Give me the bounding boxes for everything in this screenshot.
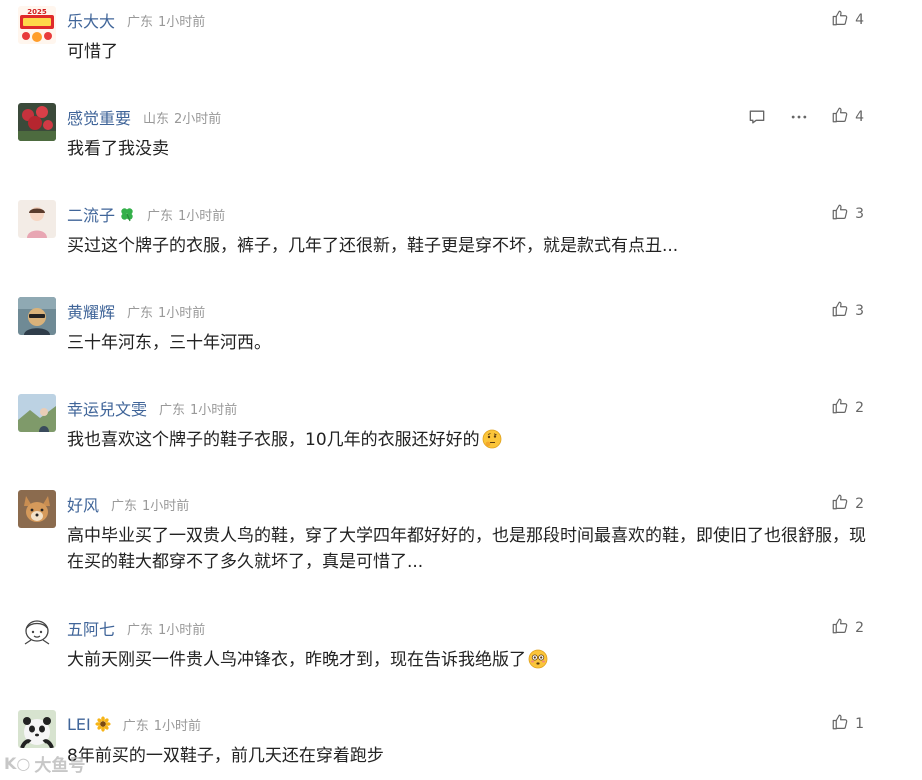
like-button[interactable]: 3 [831, 300, 864, 322]
comment-text: 大前天刚买一件贵人鸟冲锋衣，昨晚才到，现在告诉我绝版了 [67, 647, 867, 673]
avatar[interactable] [18, 200, 56, 238]
timestamp: 1小时前 [190, 402, 238, 418]
like-button[interactable]: 4 [831, 106, 864, 128]
location: 广东 [147, 208, 174, 224]
like-button[interactable]: 2 [831, 493, 864, 515]
username[interactable]: 幸运兒文雯 [67, 396, 147, 420]
thumbs-up-icon [831, 9, 849, 31]
timestamp: 1小时前 [158, 305, 206, 321]
like-count: 2 [855, 496, 864, 512]
avatar[interactable] [18, 394, 56, 432]
comment-meta: 广东 1小时前 [111, 495, 189, 514]
location: 山东 [143, 111, 170, 127]
comment-text: 我也喜欢这个牌子的鞋子衣服，10几年的衣服还好好的 [67, 427, 867, 453]
comment-item: 2025 乐大大 广东 1小时前 4 可惜了 [0, 6, 922, 103]
thinking-emoji-icon [482, 429, 502, 449]
like-count: 3 [855, 303, 864, 319]
username[interactable]: LEI [67, 715, 91, 734]
timestamp: 1小时前 [153, 718, 202, 734]
username[interactable]: 好风 [67, 492, 99, 516]
location: 广东 [122, 718, 149, 734]
avatar[interactable] [18, 710, 56, 748]
like-count: 4 [855, 12, 864, 28]
comment-meta: 广东 1小时前 [147, 205, 225, 224]
sunflower-badge-icon [95, 716, 111, 732]
location: 广东 [159, 402, 186, 418]
timestamp: 1小时前 [158, 622, 206, 638]
comment-item: LEI 广东 1小时前 1 8年前买的一双鞋子，前几天还在穿着跑步 [0, 710, 922, 780]
comment-text: 买过这个牌子的衣服，裤子，几年了还很新，鞋子更是穿不坏，就是款式有点丑... [67, 236, 679, 256]
like-count: 2 [855, 620, 864, 636]
thumbs-up-icon [831, 493, 849, 515]
comment-item: 黄耀辉 广东 1小时前 3 三十年河东，三十年河西。 [0, 297, 922, 394]
thumbs-up-icon [831, 713, 849, 735]
comment-meta: 广东 1小时前 [127, 302, 205, 321]
watermark-logo: K○ [4, 754, 31, 773]
watermark-text: 大鱼号 [34, 756, 86, 776]
username[interactable]: 乐大大 [67, 8, 115, 32]
location: 广东 [127, 14, 154, 30]
comment-item: 感觉重要 山东 2小时前 4 我看了我没卖 [0, 103, 922, 200]
comment-meta: 山东 2小时前 [143, 108, 221, 127]
thumbs-up-icon [831, 106, 849, 128]
more-options-icon[interactable] [789, 107, 809, 127]
avatar[interactable] [18, 490, 56, 528]
clover-badge-icon [119, 206, 135, 222]
thumbs-up-icon [831, 397, 849, 419]
timestamp: 2小时前 [174, 111, 222, 127]
reply-icon[interactable] [747, 107, 767, 127]
like-button[interactable]: 4 [831, 9, 864, 31]
comment-item: 五阿七 广东 1小时前 2 大前天刚买一件贵人鸟冲锋衣，昨晚才到，现在告诉我绝版了 [0, 614, 922, 711]
thumbs-up-icon [831, 300, 849, 322]
like-button[interactable]: 3 [831, 203, 864, 225]
comment-meta: 广东 1小时前 [127, 11, 205, 30]
watermark: K○ 大鱼号 [4, 751, 85, 776]
comment-meta: 广东 1小时前 [127, 619, 205, 638]
like-count: 1 [855, 716, 864, 732]
like-button[interactable]: 2 [831, 397, 864, 419]
thumbs-up-icon [831, 203, 849, 225]
comment-text: 可惜了 [67, 42, 118, 62]
flushed-emoji-icon [528, 649, 548, 669]
thumbs-up-icon [831, 617, 849, 639]
comment-item: 二流子 广东 1小时前 3 买过这个牌子的衣服，裤子，几年了还很新，鞋子更是穿不坏… [0, 200, 922, 297]
like-count: 3 [855, 206, 864, 222]
avatar-year-text: 2025 [27, 8, 47, 16]
comment-item: 幸运兒文雯 广东 1小时前 2 我也喜欢这个牌子的鞋子衣服，10几年的衣服还好好的 [0, 394, 922, 491]
comment-meta: 广东 1小时前 [159, 399, 237, 418]
username[interactable]: 黄耀辉 [67, 299, 115, 323]
comment-text: 8年前买的一双鞋子，前几天还在穿着跑步 [67, 746, 384, 766]
comment-text: 高中毕业买了一双贵人鸟的鞋，穿了大学四年都好好的，也是那段时间最喜欢的鞋，即使旧… [67, 526, 866, 572]
location: 广东 [111, 498, 138, 514]
avatar[interactable] [18, 297, 56, 335]
location: 广东 [127, 622, 154, 638]
timestamp: 1小时前 [142, 498, 190, 514]
timestamp: 1小时前 [158, 14, 206, 30]
like-count: 4 [855, 109, 864, 125]
username[interactable]: 感觉重要 [67, 105, 131, 129]
avatar[interactable]: 2025 [18, 6, 56, 44]
avatar[interactable] [18, 614, 56, 652]
like-button[interactable]: 2 [831, 617, 864, 639]
comment-text: 我看了我没卖 [67, 139, 169, 159]
like-count: 2 [855, 400, 864, 416]
comment-text-body: 我也喜欢这个牌子的鞋子衣服，10几年的衣服还好好的 [67, 430, 480, 450]
comment-text-body: 大前天刚买一件贵人鸟冲锋衣，昨晚才到，现在告诉我绝版了 [67, 650, 526, 670]
avatar[interactable] [18, 103, 56, 141]
username[interactable]: 二流子 [67, 202, 115, 226]
timestamp: 1小时前 [178, 208, 226, 224]
like-button[interactable]: 1 [831, 713, 864, 735]
comment-meta: 广东 1小时前 [123, 715, 201, 734]
location: 广东 [127, 305, 154, 321]
comment-item: 好风 广东 1小时前 2 高中毕业买了一双贵人鸟的鞋，穿了大学四年都好好的，也是那… [0, 490, 922, 614]
comment-text: 三十年河东，三十年河西。 [67, 333, 271, 353]
username[interactable]: 五阿七 [67, 616, 115, 640]
